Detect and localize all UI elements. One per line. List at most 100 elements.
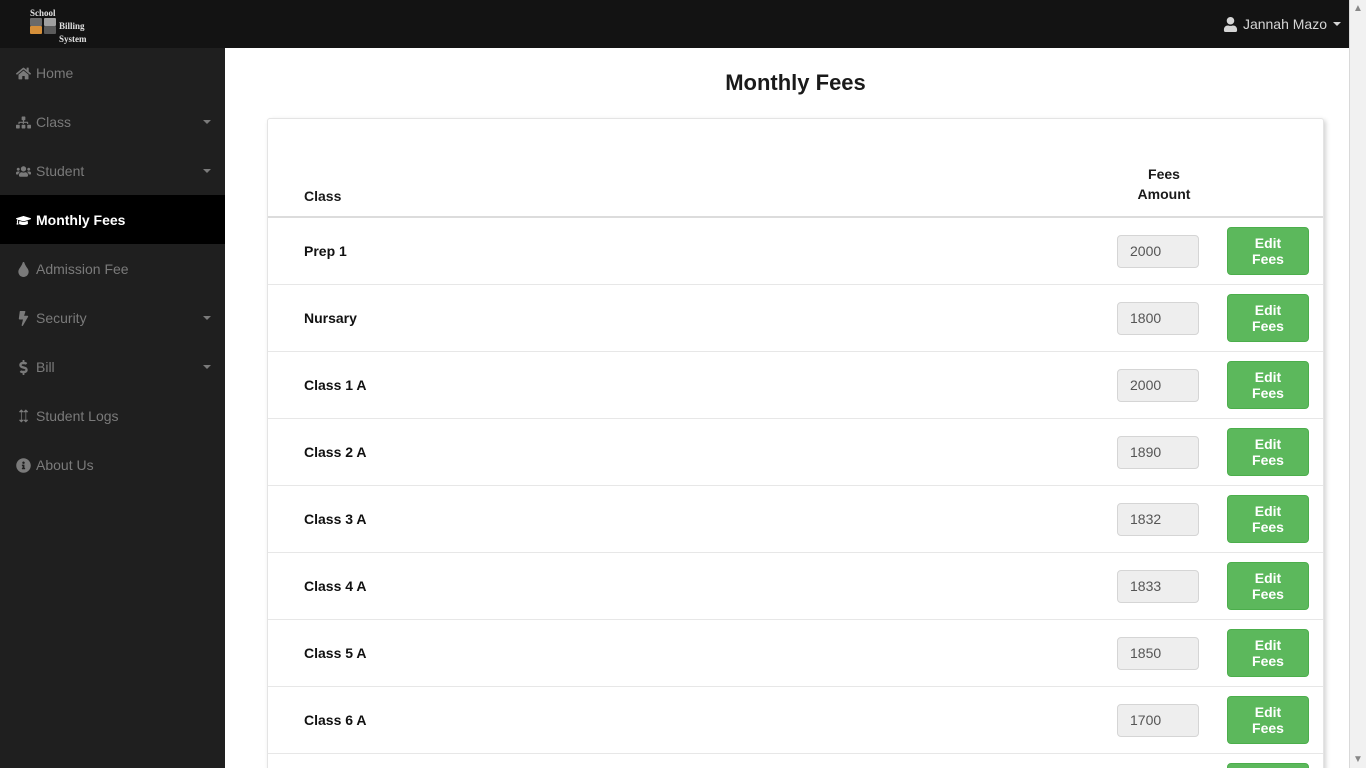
info-icon [14,456,32,473]
graduation-icon [14,211,32,228]
table-row: Class 1 A Edit Fees [268,352,1323,419]
action-cell: Edit Fees [1219,486,1323,553]
sort-icon [14,407,32,424]
action-cell: Edit Fees [1219,352,1323,419]
chevron-down-icon [203,169,211,173]
sidebar-item-label: Bill [36,359,197,375]
table-row: Class 4 A Edit Fees [268,553,1323,620]
scroll-down-arrow-icon[interactable]: ▼ [1350,751,1366,768]
fees-table: Class Fees Amount Prep 1Edit FeesNursary… [268,119,1323,768]
sidebar-item-class[interactable]: Class [0,97,225,146]
class-name-cell: Class 2 A [268,419,1109,486]
sidebar-item-label: Student [36,163,197,179]
edit-fees-button[interactable]: Edit Fees [1227,294,1309,342]
sidebar-item-admission-fee[interactable]: Admission Fee [0,244,225,293]
sidebar-item-student-logs[interactable]: Student Logs [0,391,225,440]
edit-fees-button[interactable]: Edit Fees [1227,763,1309,768]
action-cell: Edit Fees [1219,687,1323,754]
fees-amount-input [1117,637,1199,670]
scrollbar-track[interactable] [1350,17,1366,751]
sidebar-item-label: Security [36,310,197,326]
column-header-class: Class [268,119,1109,217]
fees-amount-input [1117,369,1199,402]
fees-amount-input [1117,704,1199,737]
action-cell: Edit Fees [1219,285,1323,352]
action-cell: Edit Fees [1219,217,1323,285]
table-row: Class 6 A Edit Fees [268,687,1323,754]
table-row: Class 7 A Edit Fees [268,754,1323,768]
action-cell: Edit Fees [1219,553,1323,620]
table-row: Prep 1 Edit Fees [268,217,1323,285]
class-name-cell: Prep 1 [268,217,1109,285]
amount-cell [1109,553,1219,620]
tint-icon [14,260,32,277]
fees-amount-input [1117,570,1199,603]
class-name-cell: Class 7 A [268,754,1109,768]
fees-panel: Class Fees Amount Prep 1Edit FeesNursary… [267,118,1324,768]
fees-amount-input [1117,235,1199,268]
sidebar-item-security[interactable]: Security [0,293,225,342]
sidebar-item-label: Student Logs [36,408,211,424]
table-row: Class 3 A Edit Fees [268,486,1323,553]
class-name-cell: Class 1 A [268,352,1109,419]
main-content: Monthly Fees Class Fees Amount Prep 1 Edi… [225,48,1366,768]
brand-line1: School [30,8,87,18]
user-icon [1223,16,1238,33]
sidebar-item-label: Home [36,65,211,81]
column-header-action [1219,119,1323,217]
amount-cell [1109,285,1219,352]
column-header-amount: Fees Amount [1109,119,1219,217]
action-cell: Edit Fees [1219,419,1323,486]
sidebar-item-label: Admission Fee [36,261,211,277]
brand-logo[interactable]: School Billing System [30,8,87,44]
class-name-cell: Nursary [268,285,1109,352]
amount-cell [1109,754,1219,768]
table-row: Class 5 A Edit Fees [268,620,1323,687]
bolt-icon [14,309,32,326]
caret-down-icon [1333,22,1341,26]
amount-cell [1109,687,1219,754]
sitemap-icon [14,113,32,130]
edit-fees-button[interactable]: Edit Fees [1227,361,1309,409]
class-name-cell: Class 4 A [268,553,1109,620]
edit-fees-button[interactable]: Edit Fees [1227,629,1309,677]
sidebar-item-student[interactable]: Student [0,146,225,195]
user-menu-dropdown[interactable]: Jannah Mazo [1223,16,1341,33]
sidebar-item-label: Monthly Fees [36,212,211,228]
edit-fees-button[interactable]: Edit Fees [1227,562,1309,610]
table-row: Class 2 A Edit Fees [268,419,1323,486]
fees-amount-input [1117,302,1199,335]
scroll-up-arrow-icon[interactable]: ▲ [1350,0,1366,17]
action-cell: Edit Fees [1219,620,1323,687]
page-title: Monthly Fees [225,70,1366,96]
edit-fees-button[interactable]: Edit Fees [1227,428,1309,476]
sidebar-item-about-us[interactable]: About Us [0,440,225,489]
table-row: Nursary Edit Fees [268,285,1323,352]
sidebar-item-label: Class [36,114,197,130]
user-name: Jannah Mazo [1243,16,1327,32]
fees-amount-input [1117,436,1199,469]
sidebar-item-label: About Us [36,457,211,473]
amount-cell [1109,217,1219,285]
edit-fees-button[interactable]: Edit Fees [1227,227,1309,275]
sidebar-item-home[interactable]: Home [0,48,225,97]
amount-cell [1109,486,1219,553]
brand-line2: Billing [59,21,85,31]
edit-fees-button[interactable]: Edit Fees [1227,495,1309,543]
window-scrollbar[interactable]: ▲ ▼ [1349,0,1366,768]
class-name-cell: Class 6 A [268,687,1109,754]
sidebar-item-bill[interactable]: Bill [0,342,225,391]
amount-cell [1109,352,1219,419]
dollar-icon [14,358,32,375]
class-name-cell: Class 3 A [268,486,1109,553]
chevron-down-icon [203,316,211,320]
sidebar-item-monthly-fees[interactable]: Monthly Fees [0,195,225,244]
amount-cell [1109,419,1219,486]
fees-amount-input [1117,503,1199,536]
edit-fees-button[interactable]: Edit Fees [1227,696,1309,744]
class-name-cell: Class 5 A [268,620,1109,687]
brand-line3: System [59,34,87,44]
action-cell: Edit Fees [1219,754,1323,768]
chevron-down-icon [203,365,211,369]
top-navbar: School Billing System Jannah Mazo [0,0,1366,48]
